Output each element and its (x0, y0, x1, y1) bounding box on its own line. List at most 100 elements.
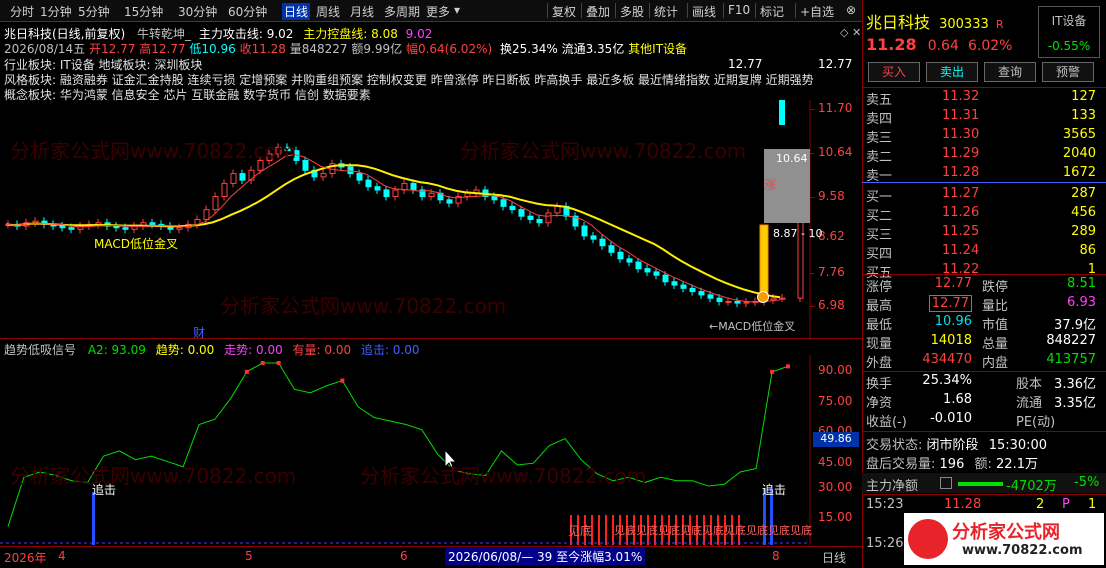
toolbar-btn-3[interactable]: 统计 (654, 3, 678, 20)
fin-label: 换手 (866, 377, 893, 392)
candle (257, 159, 264, 171)
trade-status-row: 交易状态: 闭市阶段 15:30:00 (866, 434, 1047, 453)
price-change: 0.64 (927, 38, 959, 54)
sell-button[interactable]: 卖出 (926, 62, 978, 82)
gray-box-price: 10.64 (776, 152, 808, 165)
tab-period-1[interactable]: 1分钟 (40, 3, 72, 20)
toolbar-btn-4[interactable]: 画线 (692, 3, 716, 20)
period-label[interactable]: 日线 (822, 549, 846, 566)
toolbar-close-icon[interactable]: ⊗ (846, 3, 856, 17)
macd-annotation: MACD低位金叉 (94, 237, 178, 251)
stat-value: 434470 (922, 352, 972, 367)
fin-row: 净资 1.68 流通 3.35亿 (866, 392, 1100, 411)
overbought-marker (340, 378, 345, 383)
main-net-row[interactable]: 主力净额 -4702万 -5% (862, 473, 1106, 494)
fin-value: -0.010 (930, 411, 972, 426)
fin-row: 收益(-) -0.010 PE(动) (866, 411, 1100, 430)
chart-divider[interactable] (0, 338, 862, 339)
indicator-chart[interactable] (0, 355, 862, 545)
query-button[interactable]: 查询 (984, 62, 1036, 82)
toolbar-btn-5[interactable]: F10 (728, 3, 750, 17)
chase-label-1: 追击 (92, 483, 117, 497)
tab-period-6[interactable]: 日线 (282, 3, 311, 20)
candle (176, 227, 183, 230)
price-pct: 6.02% (967, 38, 1013, 54)
a2-line (7, 362, 789, 527)
bid-row[interactable]: 买一 11.27 287 (866, 186, 1100, 205)
stat-label: 内盘 (982, 356, 1009, 371)
tab-period-5[interactable]: 60分钟 (228, 3, 267, 20)
stat-value: 8.51 (1067, 276, 1096, 291)
candle (302, 159, 309, 171)
see-bottom-label: 见底 (568, 524, 593, 538)
limit-up-candle (759, 224, 769, 296)
toolbar-btn-2[interactable]: 多股 (620, 3, 644, 20)
chart-options-icon[interactable]: ◇ ✕ (840, 26, 861, 39)
stat-label: 涨停 (866, 280, 893, 295)
sector-box[interactable]: IT设备 -0.55% (1038, 6, 1100, 58)
stat-row: 外盘 434470 内盘 413757 (866, 352, 1100, 371)
site-logo: 分析家公式网 www.70822.com (904, 513, 1104, 565)
toolbar-btn-7[interactable]: +自选 (800, 3, 834, 20)
alert-button[interactable]: 预警 (1042, 62, 1094, 82)
tab-period-2[interactable]: 5分钟 (78, 3, 110, 20)
stat-row: 现量 14018 总量 848227 (866, 333, 1100, 352)
stat-label: 市值 (982, 318, 1009, 333)
candle (554, 205, 561, 214)
price-tick-2: 10.64 (818, 145, 853, 159)
stock-name-row: 兆日科技 300333 R (866, 9, 1004, 33)
tab-period-8[interactable]: 月线 (350, 3, 374, 20)
after-amt: 22.1万 (996, 457, 1038, 472)
candlestick-chart[interactable] (0, 100, 862, 340)
tab-period-9[interactable]: 多周期 (384, 3, 420, 20)
tab-period-3[interactable]: 15分钟 (124, 3, 163, 20)
candle (608, 245, 615, 253)
candle (590, 235, 597, 240)
stat-label: 总量 (982, 337, 1009, 352)
sector-name: IT设备 (1051, 14, 1087, 28)
level-price: 11.31 (942, 108, 980, 123)
candle (203, 209, 210, 220)
bid-row[interactable]: 买三 11.25 289 (866, 224, 1100, 243)
tab-period-4[interactable]: 30分钟 (178, 3, 217, 20)
month-6: 6 (400, 549, 408, 563)
main-net-toggle-icon[interactable] (940, 477, 952, 489)
tick-time: 15:23 (866, 497, 904, 512)
ask-row[interactable]: 卖三 11.30 3565 (866, 127, 1100, 146)
toolbar-btn-0[interactable]: 复权 (552, 3, 576, 20)
date-axis[interactable]: 2026年 4 5 6 2026/06/08/— 39 至今涨幅3.01% 8 … (0, 546, 862, 568)
buy-button[interactable]: 买入 (868, 62, 920, 82)
candle (500, 199, 507, 207)
bid-row[interactable]: 买四 11.24 86 (866, 243, 1100, 262)
more-dropdown-icon[interactable]: ▾ (454, 3, 460, 17)
ask-row[interactable]: 卖五 11.32 127 (866, 89, 1100, 108)
candle (545, 212, 552, 224)
high-price-label: 12.77 (728, 57, 763, 71)
tab-period-0[interactable]: 分时 (10, 3, 34, 20)
candle (428, 192, 435, 198)
price-tick-5: 7.76 (818, 265, 845, 279)
toolbar-separator (755, 3, 756, 18)
level-price: 11.30 (942, 127, 980, 142)
tab-period-7[interactable]: 周线 (316, 3, 340, 20)
ask-row[interactable]: 卖二 11.29 2040 (866, 146, 1100, 165)
candle (365, 179, 372, 188)
stat-row: 最低 10.96 市值 37.9亿 (866, 314, 1100, 333)
toolbar-btn-1[interactable]: 叠加 (586, 3, 610, 20)
fin-label: 流通 (1016, 396, 1043, 411)
tab-period-10[interactable]: 更多 (426, 3, 450, 20)
tick-vol: 2 (1036, 497, 1045, 512)
stat-label: 量比 (982, 299, 1009, 314)
candle (716, 297, 723, 302)
stat-value: 14018 (930, 333, 972, 348)
bid-row[interactable]: 买二 11.26 456 (866, 205, 1100, 224)
ask-row[interactable]: 卖四 11.31 133 (866, 108, 1100, 127)
price-tick-mark (810, 306, 815, 307)
level-label: 卖三 (866, 131, 893, 146)
level-label: 买二 (866, 209, 893, 224)
level-volume: 3565 (1062, 127, 1096, 142)
indicator-tick-3: 45.00 (818, 455, 853, 469)
trade-status: 闭市阶段 (926, 438, 979, 453)
fin-label: PE(动) (1016, 415, 1056, 430)
toolbar-btn-6[interactable]: 标记 (760, 3, 784, 20)
